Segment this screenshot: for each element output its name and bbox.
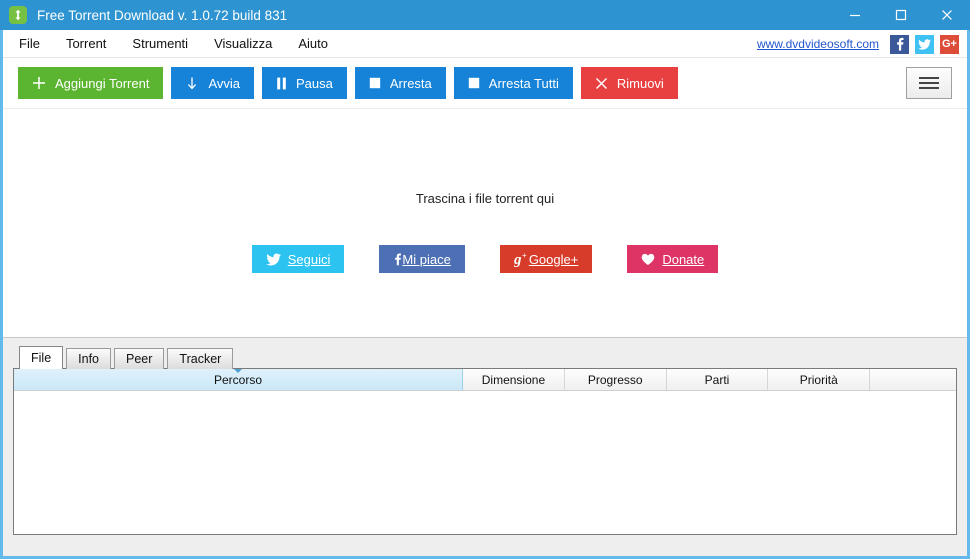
- remove-button[interactable]: Rimuovi: [580, 67, 678, 99]
- googleplus-share-button[interactable]: g + Google+: [499, 245, 593, 273]
- menu-right-links: www.dvdvideosoft.com G+: [757, 30, 959, 58]
- menu-item-strumenti[interactable]: Strumenti: [119, 30, 201, 58]
- tab-peer-label: Peer: [126, 352, 153, 366]
- pause-icon: [276, 77, 287, 90]
- stop-icon: [369, 77, 381, 89]
- menu-bar: File Torrent Strumenti Visualizza Aiuto …: [3, 30, 967, 58]
- start-label: Avvia: [208, 75, 240, 91]
- svg-text:g: g: [514, 252, 522, 267]
- twitter-follow-button[interactable]: Seguici: [251, 245, 345, 273]
- twitter-icon[interactable]: [915, 34, 934, 54]
- tab-peer[interactable]: Peer: [114, 348, 165, 369]
- menu-item-visualizza[interactable]: Visualizza: [201, 30, 285, 58]
- facebook-like-label: Mi piace: [402, 251, 451, 267]
- add-torrent-button[interactable]: Aggiungi Torrent: [18, 67, 164, 99]
- column-header-priorita-label: Priorità: [799, 372, 838, 387]
- facebook-f-icon: [393, 251, 402, 267]
- menu-item-torrent[interactable]: Torrent: [53, 30, 119, 58]
- sort-ascending-icon: [234, 369, 243, 373]
- column-header-parti-label: Parti: [704, 372, 730, 387]
- close-x-icon: [595, 77, 608, 90]
- column-header-dimensione[interactable]: Dimensione: [463, 369, 565, 391]
- tab-tracker-label: Tracker: [179, 352, 222, 366]
- column-header-parti[interactable]: Parti: [666, 369, 769, 391]
- toolbar: Aggiungi Torrent Avvia Pausa Arresta Arr: [3, 58, 967, 109]
- donate-button[interactable]: Donate: [627, 245, 719, 273]
- column-header-dimensione-label: Dimensione: [481, 372, 546, 387]
- details-tabstrip: File Info Peer Tracker: [13, 346, 957, 369]
- app-window: Free Torrent Download v. 1.0.72 build 83…: [0, 0, 970, 559]
- pause-label: Pausa: [296, 75, 333, 91]
- details-panel: File Info Peer Tracker Percorso Dimensio…: [3, 338, 967, 556]
- maximize-button[interactable]: [878, 0, 924, 30]
- googleplus-share-label: Google+: [528, 251, 579, 267]
- tab-tracker[interactable]: Tracker: [167, 348, 234, 369]
- stop-button[interactable]: Arresta: [354, 67, 446, 99]
- stop-icon: [468, 77, 480, 89]
- stop-all-button[interactable]: Arresta Tutti: [453, 67, 573, 99]
- file-table-header: Percorso Dimensione Progresso Parti Prio…: [14, 369, 956, 391]
- hamburger-line: [919, 82, 939, 84]
- stop-all-label: Arresta Tutti: [488, 75, 559, 91]
- googleplus-g-icon: g +: [514, 251, 529, 267]
- file-table-panel: Percorso Dimensione Progresso Parti Prio…: [13, 368, 957, 535]
- torrent-drop-area[interactable]: Trascina i file torrent qui Seguici Mi p…: [3, 109, 967, 337]
- menu-item-aiuto[interactable]: Aiuto: [285, 30, 341, 58]
- menu-item-file[interactable]: File: [6, 30, 53, 58]
- website-link[interactable]: www.dvdvideosoft.com: [757, 37, 879, 51]
- title-bar: Free Torrent Download v. 1.0.72 build 83…: [0, 0, 970, 30]
- column-header-priorita[interactable]: Priorità: [768, 369, 871, 391]
- hamburger-line: [919, 87, 939, 89]
- tab-file[interactable]: File: [19, 346, 64, 369]
- social-buttons-row: Seguici Mi piace g + Google+ Donate: [3, 245, 967, 273]
- tab-info[interactable]: Info: [66, 348, 112, 369]
- stop-label: Arresta: [389, 75, 432, 91]
- hamburger-menu-icon[interactable]: [906, 67, 952, 99]
- googleplus-icon[interactable]: G+: [940, 34, 959, 54]
- app-icon: [9, 6, 27, 24]
- hamburger-line: [919, 77, 939, 79]
- pause-button[interactable]: Pausa: [262, 67, 347, 99]
- download-arrow-icon: [185, 76, 199, 90]
- add-torrent-label: Aggiungi Torrent: [55, 75, 150, 91]
- twitter-bird-icon: [266, 253, 281, 266]
- plus-icon: [32, 76, 46, 90]
- facebook-icon[interactable]: [890, 34, 909, 54]
- drop-hint-text: Trascina i file torrent qui: [415, 191, 555, 206]
- column-header-percorso-label: Percorso: [214, 372, 263, 387]
- column-header-progresso-label: Progresso: [587, 372, 643, 387]
- minimize-button[interactable]: [832, 0, 878, 30]
- donate-label: Donate: [662, 251, 705, 267]
- twitter-follow-label: Seguici: [287, 251, 331, 267]
- column-header-filler: [870, 369, 956, 391]
- window-controls: [832, 0, 970, 30]
- window-title: Free Torrent Download v. 1.0.72 build 83…: [37, 7, 288, 23]
- svg-text:+: +: [522, 251, 527, 260]
- tab-file-label: File: [31, 351, 52, 365]
- tab-info-label: Info: [78, 352, 100, 366]
- heart-icon: [641, 253, 655, 266]
- close-button[interactable]: [924, 0, 970, 30]
- facebook-like-button[interactable]: Mi piace: [379, 245, 465, 273]
- start-button[interactable]: Avvia: [171, 67, 254, 99]
- column-header-percorso[interactable]: Percorso: [14, 369, 464, 391]
- remove-label: Rimuovi: [616, 75, 664, 91]
- column-header-progresso[interactable]: Progresso: [564, 369, 667, 391]
